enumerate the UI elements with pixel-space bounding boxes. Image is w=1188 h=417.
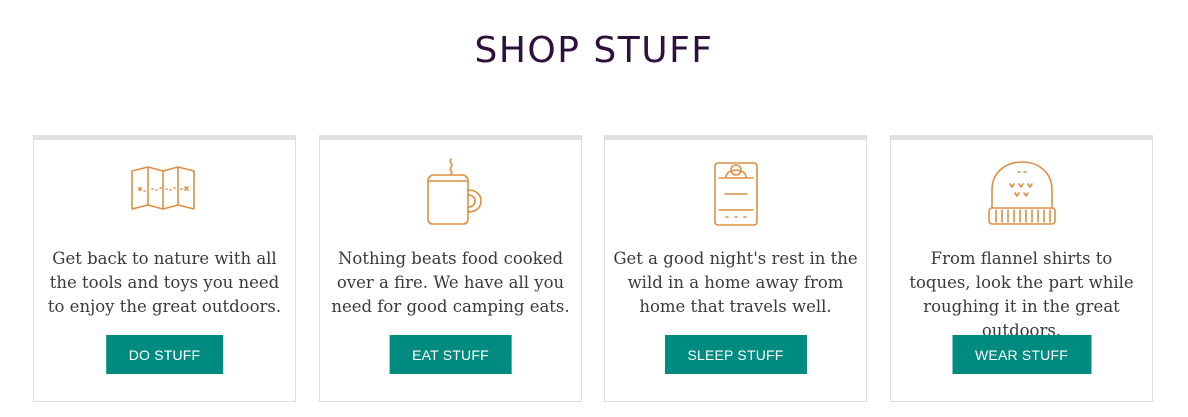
card-description: Nothing beats food cooked over a fire. W…	[331, 249, 570, 316]
card-do-stuff: Get back to nature with all the tools an…	[33, 135, 296, 402]
sleeping-bag-icon	[696, 154, 776, 230]
sleep-stuff-button[interactable]: SLEEP STUFF	[664, 335, 807, 374]
category-card-row: Get back to nature with all the tools an…	[33, 135, 1155, 405]
map-icon	[125, 154, 205, 230]
card-description: Get a good night's rest in the wild in a…	[613, 249, 858, 316]
card-eat-stuff: Nothing beats food cooked over a fire. W…	[319, 135, 582, 402]
card-sleep-stuff: Get a good night's rest in the wild in a…	[604, 135, 867, 402]
card-wear-stuff: From flannel shirts to toques, look the …	[890, 135, 1153, 402]
card-description: From flannel shirts to toques, look the …	[909, 249, 1134, 340]
mug-icon	[411, 154, 491, 230]
card-description: Get back to nature with all the tools an…	[47, 249, 282, 316]
section-title: SHOP STUFF	[474, 30, 714, 71]
wear-stuff-button[interactable]: WEAR STUFF	[952, 335, 1091, 374]
toque-icon	[982, 154, 1062, 230]
eat-stuff-button[interactable]: EAT STUFF	[389, 335, 512, 374]
do-stuff-button[interactable]: DO STUFF	[105, 335, 224, 374]
